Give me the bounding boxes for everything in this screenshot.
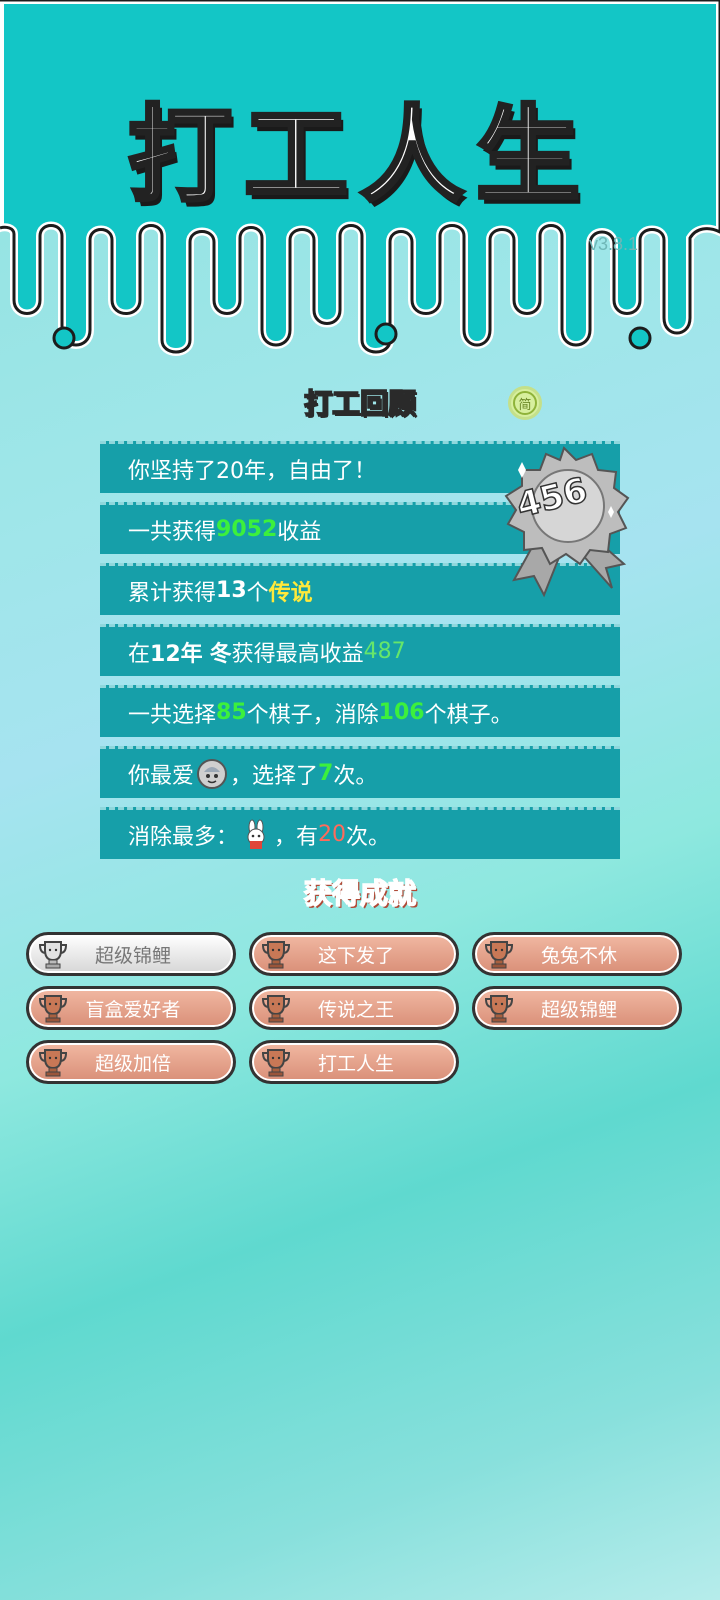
- rabbit-piece-icon: [247, 819, 265, 849]
- row-text: 个棋子，消除: [246, 702, 379, 728]
- row-text: 个棋子。: [424, 702, 513, 728]
- row-text: 消除最多：: [128, 824, 239, 850]
- row-text: 获得最高收益: [231, 641, 364, 667]
- favorite-piece-icon: [197, 758, 228, 789]
- achievement-item[interactable]: 打工人生: [249, 1040, 459, 1084]
- most-removed-times: 20: [318, 822, 347, 847]
- trophy-icon: [484, 995, 514, 1023]
- row-text: 次。: [333, 763, 378, 789]
- row-text: 你最爱: [128, 763, 195, 789]
- best-income-value: 487: [363, 639, 406, 664]
- rank-badge-icon: [504, 446, 630, 598]
- achievement-label: 打工人生: [317, 1052, 394, 1075]
- row-text: 个: [246, 580, 269, 606]
- review-title: 打工回顾: [303, 386, 417, 421]
- achievement-label: 超级锦鲤: [540, 998, 617, 1021]
- achievement-label: 超级加倍: [94, 1052, 171, 1075]
- total-income-value: 9052: [216, 517, 278, 542]
- best-season: 冬: [209, 641, 232, 667]
- review-row-best-income: 在 12年 冬 获得最高收益 487: [100, 624, 620, 676]
- row-text: 次。: [346, 824, 391, 850]
- achievement-label: 超级锦鲤: [94, 944, 171, 967]
- achievement-item[interactable]: 这下发了: [249, 932, 459, 976]
- achievement-item[interactable]: 兔兔不休: [472, 932, 682, 976]
- version-label: v3.8.1: [588, 234, 638, 254]
- row-text: ，有: [274, 824, 319, 850]
- best-year: 12年: [150, 641, 203, 667]
- row-text: 一共选择: [128, 702, 217, 728]
- trophy-icon: [484, 941, 514, 969]
- trophy-icon: [38, 1049, 68, 1077]
- simplified-label: 简: [513, 391, 537, 415]
- row-text: 累计获得: [128, 580, 217, 606]
- trophy-icon: [38, 995, 68, 1023]
- review-row-pieces: 一共选择 85 个棋子，消除 106 个棋子。: [100, 685, 620, 737]
- simplified-toggle-button[interactable]: 简: [508, 386, 542, 420]
- achievement-item[interactable]: 超级锦鲤: [26, 932, 236, 976]
- trophy-icon: [38, 941, 68, 969]
- row-text: ，选择了: [230, 763, 319, 789]
- achievement-label: 兔兔不休: [540, 944, 617, 967]
- trophy-icon: [261, 1049, 291, 1077]
- achievements-title: 获得成就: [303, 876, 417, 911]
- achievement-item[interactable]: 盲盒爱好者: [26, 986, 236, 1030]
- row-text: 在: [128, 641, 151, 667]
- achievement-item[interactable]: 超级加倍: [26, 1040, 236, 1084]
- legendary-count: 13: [216, 578, 247, 603]
- row-text: 收益: [277, 519, 322, 545]
- achievement-label: 盲盒爱好者: [85, 998, 181, 1021]
- review-row-most-removed: 消除最多： ，有 20 次。: [100, 807, 620, 859]
- trophy-icon: [261, 941, 291, 969]
- achievement-item[interactable]: 超级锦鲤: [472, 986, 682, 1030]
- review-row-favorite: 你最爱 ，选择了 7 次。: [100, 746, 620, 798]
- trophy-icon: [261, 995, 291, 1023]
- removed-count: 106: [378, 700, 425, 725]
- achievement-item[interactable]: 传说之王: [249, 986, 459, 1030]
- picked-count: 85: [216, 700, 247, 725]
- review-row-text: 你坚持了20年，自由了！: [128, 458, 376, 484]
- legendary-tag: 传说: [268, 580, 313, 606]
- achievement-label: 传说之王: [317, 998, 394, 1021]
- achievement-label: 这下发了: [317, 944, 394, 967]
- row-text: 一共获得: [128, 519, 217, 545]
- favorite-times: 7: [318, 761, 334, 786]
- app-title: 打工人生: [126, 92, 592, 218]
